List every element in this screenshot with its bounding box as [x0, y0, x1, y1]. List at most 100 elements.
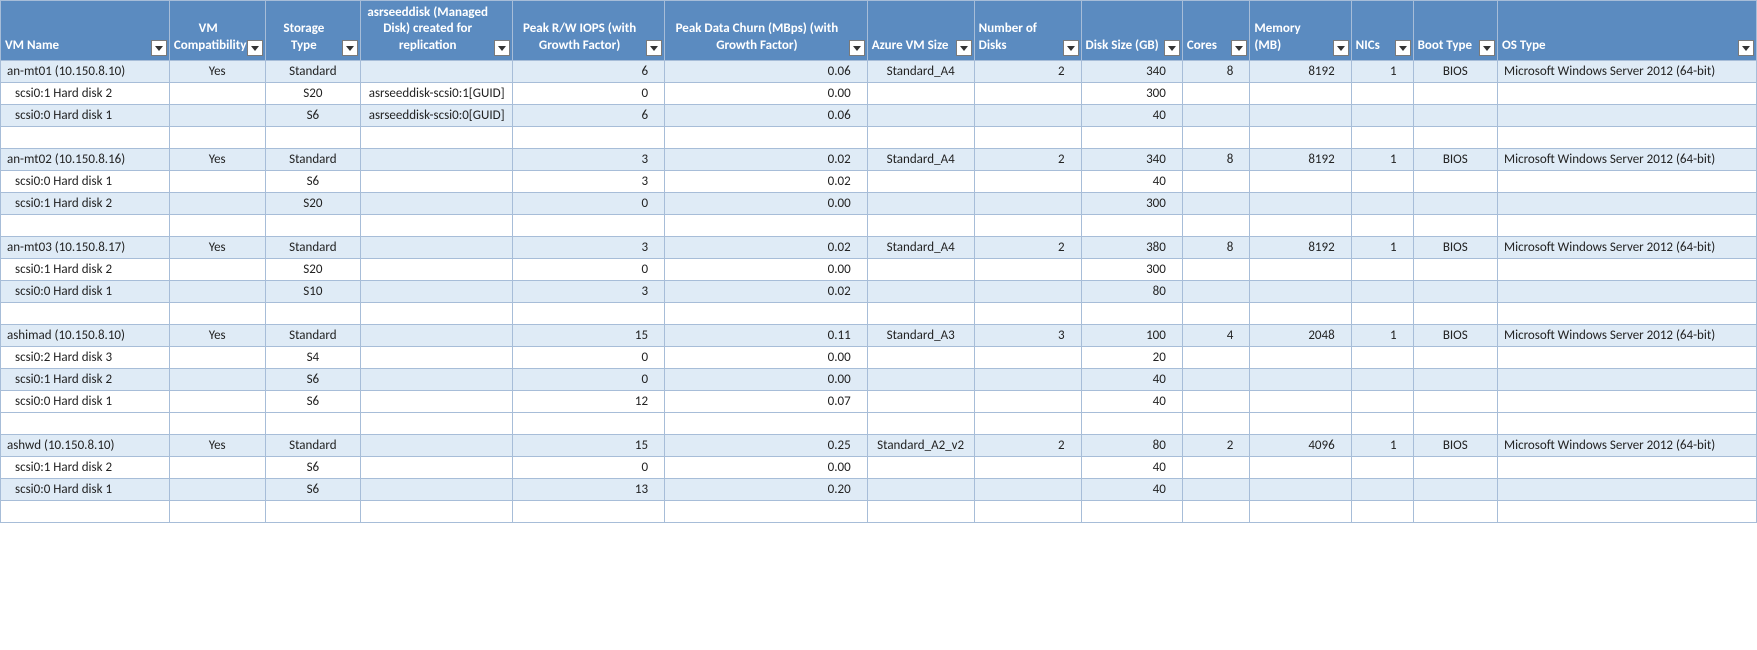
disk-row[interactable]: scsi0:1 Hard disk 2S600.0040	[1, 368, 1757, 390]
cell-os	[1498, 258, 1757, 280]
column-header-label: Disk Size (GB)	[1082, 34, 1164, 60]
filter-dropdown-icon[interactable]	[1333, 40, 1349, 56]
cell-boot: BIOS	[1413, 434, 1497, 456]
filter-dropdown-icon[interactable]	[1231, 40, 1247, 56]
filter-dropdown-icon[interactable]	[494, 40, 510, 56]
cell-vmname: scsi0:0 Hard disk 1	[1, 478, 170, 500]
cell-churn: 0.06	[665, 104, 868, 126]
disk-row[interactable]: scsi0:0 Hard disk 1S1030.0280	[1, 280, 1757, 302]
vm-row[interactable]: an-mt01 (10.150.8.10)YesStandard60.06Sta…	[1, 60, 1757, 82]
disk-row[interactable]: scsi0:0 Hard disk 1S630.0240	[1, 170, 1757, 192]
column-header-ndisks[interactable]: Number of Disks	[974, 1, 1081, 61]
cell-iops: 0	[513, 346, 665, 368]
disk-row[interactable]: scsi0:0 Hard disk 1S6asrseeddisk-scsi0:0…	[1, 104, 1757, 126]
column-header-cores[interactable]: Cores	[1182, 1, 1250, 61]
cell-azsize	[867, 368, 974, 390]
cell-dsize: 300	[1081, 192, 1182, 214]
cell-mem	[1250, 368, 1351, 390]
disk-row[interactable]: scsi0:1 Hard disk 2S20asrseeddisk-scsi0:…	[1, 82, 1757, 104]
cell-cores	[1182, 478, 1250, 500]
cell-mem: 4096	[1250, 434, 1351, 456]
column-header-os[interactable]: OS Type	[1498, 1, 1757, 61]
cell-os	[1498, 192, 1757, 214]
cell-boot	[1413, 368, 1497, 390]
column-header-nics[interactable]: NICs	[1351, 1, 1413, 61]
cell-cores	[1182, 390, 1250, 412]
column-header-label: Boot Type	[1414, 34, 1479, 60]
cell-boot	[1413, 104, 1497, 126]
disk-row[interactable]: scsi0:1 Hard disk 2S2000.00300	[1, 258, 1757, 280]
filter-dropdown-icon[interactable]	[342, 40, 358, 56]
column-header-azsize[interactable]: Azure VM Size	[867, 1, 974, 61]
column-header-seed[interactable]: asrseeddisk (Managed Disk) created for r…	[361, 1, 513, 61]
cell-compat	[169, 170, 265, 192]
disk-row[interactable]: scsi0:2 Hard disk 3S400.0020	[1, 346, 1757, 368]
column-header-boot[interactable]: Boot Type	[1413, 1, 1497, 61]
cell-dsize: 40	[1081, 478, 1182, 500]
disk-row[interactable]: scsi0:1 Hard disk 2S600.0040	[1, 456, 1757, 478]
cell-mem	[1250, 280, 1351, 302]
vm-row[interactable]: an-mt02 (10.150.8.16)YesStandard30.02Sta…	[1, 148, 1757, 170]
column-header-compat[interactable]: VM Compatibility	[169, 1, 265, 61]
cell-storage: Standard	[265, 324, 361, 346]
vm-row[interactable]: ashwd (10.150.8.10)YesStandard150.25Stan…	[1, 434, 1757, 456]
cell-mem	[1250, 258, 1351, 280]
cell-os	[1498, 280, 1757, 302]
column-header-vmname[interactable]: VM Name	[1, 1, 170, 61]
column-header-churn[interactable]: Peak Data Churn (MBps) (with Growth Fact…	[665, 1, 868, 61]
cell-vmname: scsi0:0 Hard disk 1	[1, 104, 170, 126]
filter-dropdown-icon[interactable]	[151, 40, 167, 56]
cell-dsize: 40	[1081, 390, 1182, 412]
cell-seed	[361, 390, 513, 412]
cell-dsize: 40	[1081, 368, 1182, 390]
column-header-mem[interactable]: Memory (MB)	[1250, 1, 1351, 61]
cell-mem	[1250, 456, 1351, 478]
column-header-storage[interactable]: Storage Type	[265, 1, 361, 61]
cell-azsize	[867, 346, 974, 368]
cell-seed	[361, 478, 513, 500]
disk-row[interactable]: scsi0:0 Hard disk 1S6120.0740	[1, 390, 1757, 412]
cell-ndisks	[974, 258, 1081, 280]
cell-os	[1498, 104, 1757, 126]
cell-cores	[1182, 456, 1250, 478]
filter-dropdown-icon[interactable]	[1395, 40, 1411, 56]
cell-os: Microsoft Windows Server 2012 (64-bit)	[1498, 60, 1757, 82]
cell-seed	[361, 258, 513, 280]
cell-azsize	[867, 390, 974, 412]
cell-dsize: 100	[1081, 324, 1182, 346]
cell-os: Microsoft Windows Server 2012 (64-bit)	[1498, 324, 1757, 346]
cell-cores: 4	[1182, 324, 1250, 346]
cell-compat	[169, 346, 265, 368]
cell-os	[1498, 390, 1757, 412]
cell-nics: 1	[1351, 60, 1413, 82]
cell-boot: BIOS	[1413, 324, 1497, 346]
filter-dropdown-icon[interactable]	[849, 40, 865, 56]
cell-azsize	[867, 104, 974, 126]
disk-row[interactable]: scsi0:1 Hard disk 2S2000.00300	[1, 192, 1757, 214]
disk-row[interactable]: scsi0:0 Hard disk 1S6130.2040	[1, 478, 1757, 500]
cell-seed	[361, 368, 513, 390]
cell-vmname: scsi0:1 Hard disk 2	[1, 258, 170, 280]
cell-ndisks: 3	[974, 324, 1081, 346]
cell-ndisks	[974, 346, 1081, 368]
filter-dropdown-icon[interactable]	[1063, 40, 1079, 56]
spacer-row	[1, 126, 1757, 148]
cell-mem: 8192	[1250, 236, 1351, 258]
cell-mem	[1250, 478, 1351, 500]
cell-storage: S6	[265, 456, 361, 478]
filter-dropdown-icon[interactable]	[646, 40, 662, 56]
filter-dropdown-icon[interactable]	[1479, 40, 1495, 56]
cell-compat	[169, 258, 265, 280]
cell-seed	[361, 170, 513, 192]
cell-nics	[1351, 456, 1413, 478]
vm-row[interactable]: an-mt03 (10.150.8.17)YesStandard30.02Sta…	[1, 236, 1757, 258]
filter-dropdown-icon[interactable]	[1164, 40, 1180, 56]
filter-dropdown-icon[interactable]	[956, 40, 972, 56]
column-header-iops[interactable]: Peak R/W IOPS (with Growth Factor)	[513, 1, 665, 61]
filter-dropdown-icon[interactable]	[247, 40, 263, 56]
column-header-dsize[interactable]: Disk Size (GB)	[1081, 1, 1182, 61]
cell-ndisks: 2	[974, 148, 1081, 170]
filter-dropdown-icon[interactable]	[1738, 40, 1754, 56]
vm-row[interactable]: ashimad (10.150.8.10)YesStandard150.11St…	[1, 324, 1757, 346]
cell-vmname: an-mt01 (10.150.8.10)	[1, 60, 170, 82]
